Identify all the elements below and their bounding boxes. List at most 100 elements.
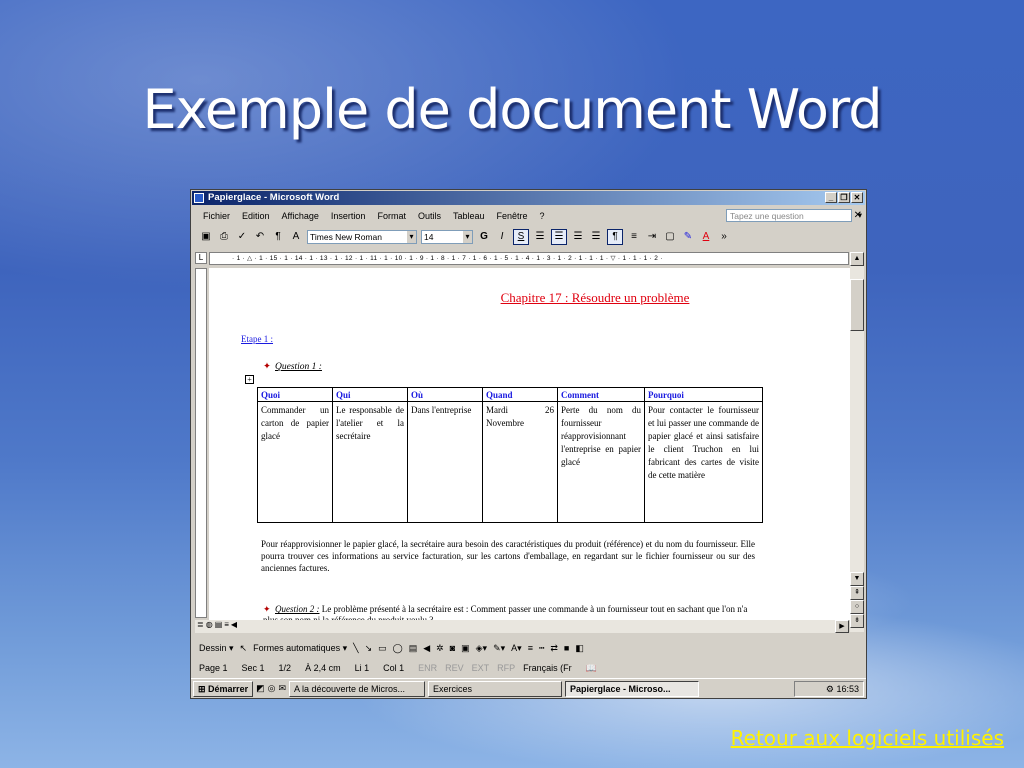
task-powerpoint[interactable]: A la découverte de Micros...	[289, 680, 425, 697]
numbering-icon[interactable]: ≡	[627, 230, 641, 244]
menu-outils[interactable]: Outils	[418, 211, 441, 221]
save-icon[interactable]: ▣	[199, 230, 213, 244]
styles-icon[interactable]: A	[289, 230, 303, 244]
3d-icon[interactable]: ◧	[575, 643, 584, 654]
scroll-down-icon[interactable]: ▼	[850, 572, 864, 586]
close-document-icon[interactable]: ✕	[854, 210, 862, 221]
dash-style-icon[interactable]: ┅	[539, 643, 544, 654]
status-mode-rfp[interactable]: RFP	[497, 663, 515, 673]
highlight-icon[interactable]: ✎	[681, 230, 695, 244]
align-right-icon[interactable]: ☰	[571, 230, 585, 244]
vertical-ruler[interactable]	[195, 268, 207, 618]
underline-icon[interactable]: S	[513, 229, 529, 245]
toolbar-options-icon[interactable]: »	[717, 230, 731, 244]
wordart-icon[interactable]: ◀	[423, 643, 430, 654]
document-page[interactable]: Chapitre 17 : Résoudre un problème Etape…	[209, 268, 851, 620]
web-view-icon[interactable]: ◍	[206, 620, 213, 629]
page-view-icon[interactable]: ▤	[215, 620, 223, 629]
start-button[interactable]: ⊞ Démarrer	[193, 680, 254, 697]
line-icon[interactable]: ╲	[353, 643, 358, 654]
table-cell[interactable]: Mardi 26 Novembre	[482, 401, 558, 523]
undo-icon[interactable]: ↶	[253, 230, 267, 244]
menu-fenetre[interactable]: Fenêtre	[497, 211, 528, 221]
show-formatting-icon[interactable]: ¶	[271, 230, 285, 244]
spelling-icon[interactable]: ✓	[235, 230, 249, 244]
ask-question-input[interactable]: Tapez une question	[726, 209, 862, 222]
table-cell[interactable]: Dans l'entreprise	[407, 401, 483, 523]
tray-icon[interactable]: ⚙	[826, 684, 834, 694]
window-titlebar[interactable]: Papierglace - Microsoft Word _ ❐ ✕	[192, 191, 865, 205]
status-mode-rev[interactable]: REV	[445, 663, 464, 673]
picture-icon[interactable]: ▣	[461, 643, 470, 654]
table-cell[interactable]: Pour contacter le fournisseur et lui pas…	[644, 401, 763, 523]
select-objects-icon[interactable]: ↖	[240, 643, 248, 654]
scroll-up-icon[interactable]: ▲	[850, 252, 864, 266]
scroll-right-icon[interactable]: ▶	[835, 620, 849, 633]
task-exercices[interactable]: Exercices	[428, 680, 562, 697]
status-line: Li 1	[354, 663, 370, 673]
borders-icon[interactable]: ▢	[663, 230, 677, 244]
arrow-style-icon[interactable]: ⇄	[550, 643, 558, 654]
table-header-cell: Quand	[482, 387, 558, 402]
tab-selector[interactable]: L	[195, 252, 207, 264]
menu-fichier[interactable]: Fichier	[203, 211, 230, 221]
spelling-status-icon[interactable]: 📖	[586, 663, 597, 674]
task-word[interactable]: Papierglace - Microso...	[565, 680, 699, 697]
font-name-select[interactable]: Times New Roman	[307, 230, 417, 244]
horizontal-scrollbar[interactable]: ≣ ◍ ▤ ≡ ◀ ▶	[195, 620, 849, 633]
font-color-icon[interactable]: A	[699, 230, 713, 244]
align-left-icon[interactable]: ☰	[533, 230, 547, 244]
bold-icon[interactable]: G	[477, 230, 491, 244]
quicklaunch-outlook-icon[interactable]: ✉	[278, 683, 286, 694]
line-color-icon[interactable]: ✎▾	[493, 643, 505, 654]
status-language[interactable]: Français (Fr	[523, 663, 572, 673]
previous-page-icon[interactable]: ⇞	[850, 586, 864, 600]
menu-help[interactable]: ?	[540, 211, 545, 221]
table-cell[interactable]: Commander un carton de papier glacé	[257, 401, 333, 523]
table-cell[interactable]: Perte du nom du fournisseur réapprovisio…	[557, 401, 645, 523]
menu-insertion[interactable]: Insertion	[331, 211, 366, 221]
clipart-icon[interactable]: ◙	[450, 643, 455, 653]
close-button[interactable]: ✕	[851, 192, 863, 203]
browse-object-icon[interactable]: ○	[850, 600, 864, 614]
align-center-icon[interactable]: ☰	[551, 229, 567, 245]
shadow-icon[interactable]: ■	[564, 643, 569, 653]
menu-format[interactable]: Format	[377, 211, 406, 221]
textbox-icon[interactable]: ▤	[409, 643, 418, 654]
status-mode-enr[interactable]: ENR	[418, 663, 437, 673]
scroll-thumb[interactable]	[850, 279, 864, 331]
normal-view-icon[interactable]: ≣	[197, 620, 204, 629]
italic-icon[interactable]: I	[495, 230, 509, 244]
quicklaunch-ie-icon[interactable]: ◎	[268, 683, 276, 694]
menu-affichage[interactable]: Affichage	[282, 211, 319, 221]
indent-icon[interactable]: ⇥	[645, 230, 659, 244]
fill-color-icon[interactable]: ◈▾	[476, 643, 487, 654]
quicklaunch-desktop-icon[interactable]: ◩	[256, 683, 265, 694]
print-preview-icon[interactable]: ⎙	[217, 230, 231, 244]
scroll-left-icon[interactable]: ◀	[231, 620, 237, 629]
table-cell[interactable]: Le responsable de l'atelier et la secrét…	[332, 401, 408, 523]
footer-link[interactable]: Retour aux logiciels utilisés	[731, 726, 1004, 750]
next-page-icon[interactable]: ⇟	[850, 614, 864, 628]
font-color-draw-icon[interactable]: A▾	[511, 643, 522, 654]
rectangle-icon[interactable]: ▭	[378, 643, 387, 654]
horizontal-ruler[interactable]: · 1 · △ · 1 · 15 · 1 · 14 · 1 · 13 · 1 ·…	[209, 252, 849, 265]
menu-tableau[interactable]: Tableau	[453, 211, 485, 221]
maximize-button[interactable]: ❐	[838, 192, 850, 203]
line-style-icon[interactable]: ≡	[528, 643, 533, 653]
menu-edition[interactable]: Edition	[242, 211, 270, 221]
paragraph-direction-icon[interactable]: ¶	[607, 229, 623, 245]
arrow-icon[interactable]: ↘	[365, 643, 373, 654]
font-size-select[interactable]: 14	[421, 230, 473, 244]
outline-view-icon[interactable]: ≡	[224, 620, 229, 629]
diagram-icon[interactable]: ✲	[436, 643, 444, 654]
table-move-handle[interactable]: +	[245, 375, 254, 384]
window-title: Papierglace - Microsoft Word	[208, 192, 340, 203]
formes-menu[interactable]: Formes automatiques ▾	[253, 643, 347, 654]
minimize-button[interactable]: _	[825, 192, 837, 203]
dessin-menu[interactable]: Dessin ▾	[199, 643, 234, 654]
vertical-scrollbar[interactable]: ▲ ▼ ⇞ ○ ⇟	[850, 252, 864, 632]
oval-icon[interactable]: ◯	[393, 643, 403, 654]
status-mode-ext[interactable]: EXT	[472, 663, 490, 673]
justify-icon[interactable]: ☰	[589, 230, 603, 244]
